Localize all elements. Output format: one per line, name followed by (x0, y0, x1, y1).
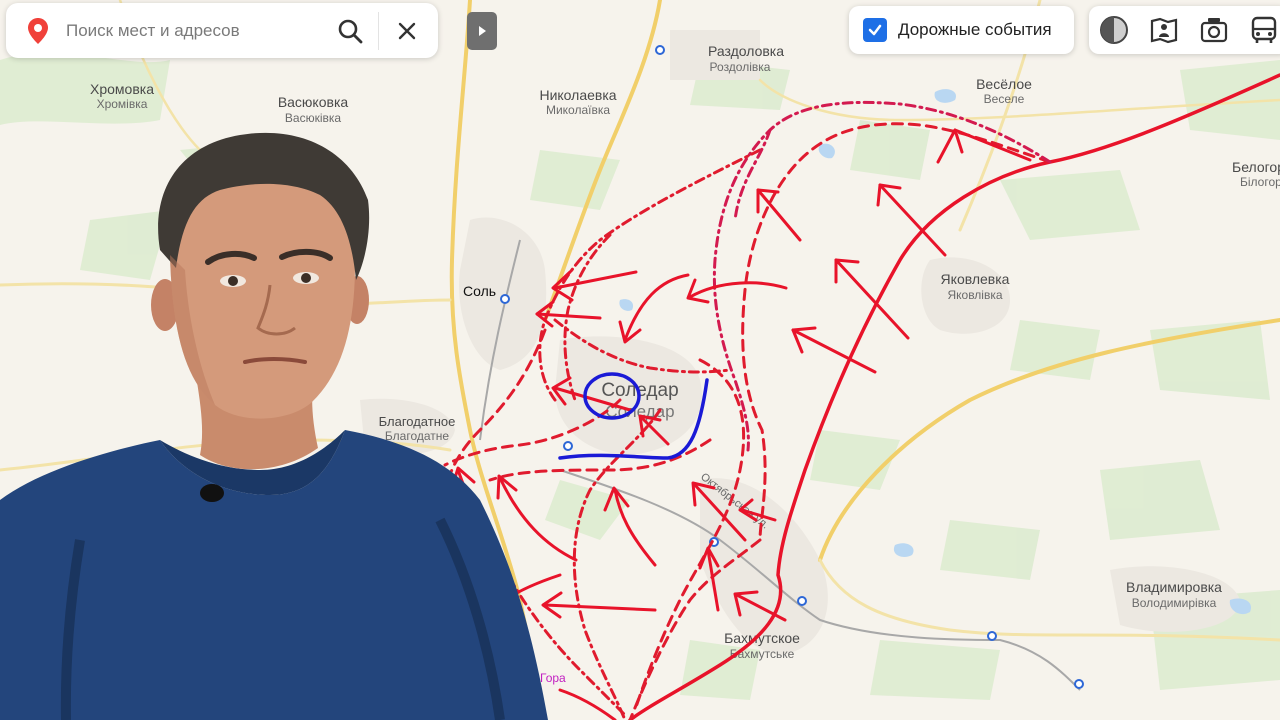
search-separator (378, 11, 379, 50)
search-icon (338, 19, 363, 43)
map-pin-icon (24, 17, 52, 45)
station-marker (1074, 679, 1084, 689)
transit-button[interactable] (1239, 6, 1280, 54)
transit-icon (1251, 16, 1277, 43)
place-label-uk: Володимирівка (1132, 596, 1217, 610)
place-label-uk: Хромівка (97, 97, 148, 111)
station-marker (987, 631, 997, 641)
station-marker (563, 441, 573, 451)
place-label-uk: Бахмутське (730, 647, 795, 661)
place-label: Владимировка (1126, 579, 1222, 595)
place-label-uk: Веселе (984, 92, 1025, 106)
map-mode-icon (1100, 16, 1128, 44)
traffic-checkbox[interactable] (863, 18, 887, 42)
clear-search-button[interactable] (387, 11, 427, 51)
panorama-icon (1150, 17, 1178, 44)
place-label: Яковлевка (941, 271, 1010, 287)
play-arrow-icon (479, 26, 486, 36)
place-label: Хромовка (90, 81, 154, 97)
place-label: Раздоловка (708, 43, 784, 59)
traffic-events-label: Дорожные события (898, 20, 1052, 39)
place-label-uk: Миколаївка (546, 103, 610, 117)
close-icon (398, 22, 416, 39)
place-label-uk: Роздолівка (710, 60, 771, 74)
place-label: Белогор (1232, 159, 1280, 175)
panorama-button[interactable] (1139, 6, 1189, 54)
search-button[interactable] (330, 11, 370, 51)
camera-icon (1200, 18, 1228, 43)
lapel-mic (200, 484, 224, 502)
checkmark-icon (868, 24, 882, 36)
map-mode-button[interactable] (1089, 6, 1139, 54)
place-label: Николаевка (539, 87, 616, 103)
station-marker (655, 45, 665, 55)
traffic-events-toggle[interactable]: Дорожные события (849, 6, 1074, 54)
collapse-panel-button[interactable] (467, 12, 497, 50)
map-layers-toolbar (1089, 6, 1280, 54)
camera-button[interactable] (1189, 6, 1239, 54)
place-label: Весёлое (976, 76, 1032, 92)
station-marker (797, 596, 807, 606)
place-label: Васюковка (278, 94, 349, 110)
search-input[interactable] (64, 19, 318, 42)
place-label-uk: Яковлівка (947, 288, 1002, 302)
place-label-uk: Білогор (1240, 175, 1280, 189)
presenter-photo (0, 132, 548, 720)
search-bar (6, 3, 438, 58)
